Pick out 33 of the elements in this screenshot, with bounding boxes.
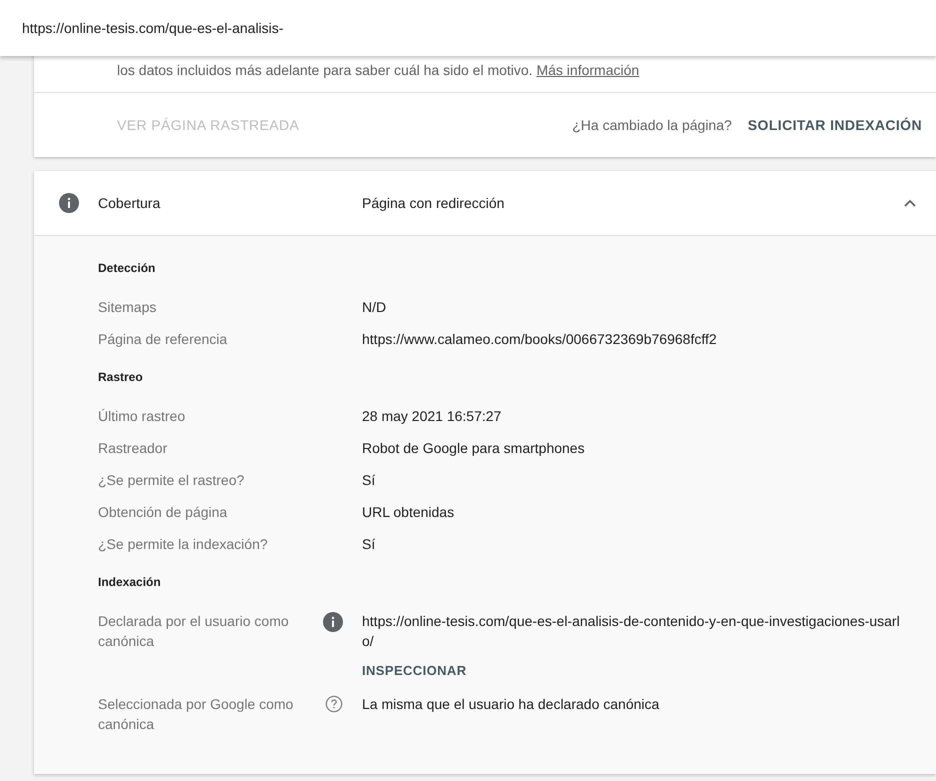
field-value: Robot de Google para smartphones [362, 439, 585, 458]
section-heading: Rastreo [98, 370, 144, 384]
coverage-title: Cobertura [98, 195, 162, 211]
field-value: Sí [362, 471, 376, 490]
field-value: La misma que el usuario ha declarado canónica [362, 695, 660, 714]
inspect-button[interactable]: INSPECCIONAR [362, 659, 466, 682]
info-icon [59, 193, 79, 213]
page-url: https://online-tesis.com/que-es-el-analisis- [22, 20, 284, 36]
field-label: Seleccionada por Google como canónica [98, 695, 294, 734]
field-label: Obtención de página [98, 503, 228, 522]
field-value: Sí [362, 535, 376, 554]
section-heading: Detección [98, 261, 156, 275]
notice-text: los datos incluidos más adelante para saber cuál ha sido el motivo. Más información [117, 62, 640, 78]
coverage-status: Página con redirección [362, 195, 504, 211]
field-value: https://online-tesis.com/que-es-el-analisis-de-contenido-y-en-que-investigaciones-usarlo/ [362, 612, 901, 651]
field-label: ¿Se permite la indexación? [98, 535, 268, 554]
field-label: ¿Se permite el rastreo? [98, 471, 244, 490]
page-changed-prompt: ¿Ha cambiado la página? [572, 117, 732, 133]
field-label: Declarada por el usuario como canónica [98, 612, 290, 651]
field-label: Último rastreo [98, 407, 186, 426]
field-value: 28 may 2021 16:57:27 [362, 407, 502, 426]
field-value: https://www.calameo.com/books/0066732369b76968fcff2 [362, 330, 717, 349]
more-info-link[interactable]: Más información [536, 62, 640, 78]
request-indexing-button[interactable]: SOLICITAR INDEXACIÓN [748, 113, 922, 137]
field-label: Página de referencia [98, 330, 228, 349]
collapse-chevron-icon[interactable] [904, 199, 916, 207]
field-value: N/D [362, 298, 386, 317]
section-heading: Indexación [98, 575, 162, 589]
field-label: Sitemaps [98, 298, 156, 317]
field-value: URL obtenidas [362, 503, 454, 522]
help-icon[interactable] [325, 695, 343, 713]
field-label: Rastreador [98, 439, 168, 458]
info-icon[interactable] [323, 612, 343, 632]
